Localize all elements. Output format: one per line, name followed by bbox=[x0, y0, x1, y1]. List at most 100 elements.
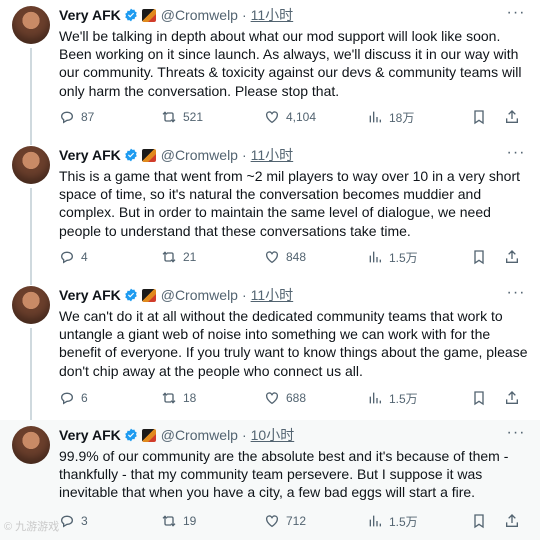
more-options-icon[interactable]: ··· bbox=[506, 5, 526, 26]
views-button[interactable]: 18万 bbox=[367, 107, 414, 127]
views-button[interactable]: 1.5万 bbox=[367, 511, 418, 531]
views-count: 18万 bbox=[389, 110, 415, 125]
verified-badge-icon bbox=[124, 428, 137, 442]
reply-icon bbox=[60, 111, 74, 124]
bookmark-icon[interactable] bbox=[471, 249, 487, 265]
handle[interactable]: @Cromwelp bbox=[161, 147, 238, 163]
views-count: 1.5万 bbox=[389, 250, 418, 265]
separator-dot: · bbox=[241, 287, 247, 303]
affiliate-badge-icon bbox=[141, 148, 156, 162]
retweet-button[interactable]: 18 bbox=[161, 388, 196, 408]
affiliate-badge-icon bbox=[141, 288, 156, 302]
like-button[interactable]: 848 bbox=[264, 247, 306, 267]
views-chart-icon bbox=[369, 111, 381, 123]
retweet-count: 19 bbox=[183, 514, 197, 528]
more-options-icon[interactable]: ··· bbox=[506, 145, 526, 166]
tweet-text: This is a game that went from ~2 mil pla… bbox=[59, 168, 521, 239]
avatar[interactable] bbox=[12, 146, 50, 184]
retweet-count: 18 bbox=[183, 391, 197, 405]
tweet-text: We can't do it at all without the dedica… bbox=[59, 308, 528, 379]
retweet-count: 521 bbox=[183, 110, 204, 124]
views-count: 1.5万 bbox=[389, 514, 418, 529]
more-options-icon[interactable]: ··· bbox=[506, 285, 526, 306]
timestamp[interactable]: 11小时 bbox=[251, 285, 294, 305]
reply-icon bbox=[60, 392, 74, 405]
reply-count: 3 bbox=[81, 514, 88, 528]
separator-dot: · bbox=[241, 427, 247, 443]
heart-icon bbox=[266, 515, 278, 528]
bookmark-icon[interactable] bbox=[471, 109, 487, 125]
share-icon[interactable] bbox=[504, 390, 520, 406]
avatar[interactable] bbox=[12, 286, 50, 324]
display-name[interactable]: Very AFK bbox=[59, 287, 121, 303]
like-button[interactable]: 688 bbox=[264, 388, 306, 408]
reply-count: 6 bbox=[81, 391, 88, 405]
retweet-icon bbox=[162, 251, 176, 263]
tweet-text: 99.9% of our community are the absolute … bbox=[59, 448, 509, 501]
views-count: 1.5万 bbox=[389, 391, 418, 406]
heart-icon bbox=[266, 111, 278, 124]
tweet-header: Very AFK @Cromwelp · 10小时 bbox=[59, 426, 294, 444]
tweet-actions: 87 521 4,104 18万 bbox=[59, 107, 529, 127]
reply-button[interactable]: 4 bbox=[59, 247, 88, 267]
reply-icon bbox=[60, 251, 74, 264]
retweet-button[interactable]: 19 bbox=[161, 511, 196, 531]
like-count: 848 bbox=[286, 250, 307, 264]
affiliate-badge-icon bbox=[141, 8, 156, 22]
reply-button[interactable]: 6 bbox=[59, 388, 88, 408]
tweet-actions: 3 19 712 1.5万 bbox=[59, 511, 529, 531]
separator-dot: · bbox=[241, 147, 247, 163]
timestamp[interactable]: 11小时 bbox=[251, 5, 294, 25]
handle[interactable]: @Cromwelp bbox=[161, 7, 238, 23]
views-chart-icon bbox=[369, 251, 381, 263]
like-count: 4,104 bbox=[286, 110, 317, 124]
retweet-icon bbox=[162, 392, 176, 404]
share-icon[interactable] bbox=[504, 249, 520, 265]
reply-button[interactable]: 87 bbox=[59, 107, 94, 127]
views-chart-icon bbox=[369, 392, 381, 404]
retweet-button[interactable]: 521 bbox=[161, 107, 203, 127]
bookmark-icon[interactable] bbox=[471, 513, 487, 529]
retweet-count: 21 bbox=[183, 250, 197, 264]
like-count: 712 bbox=[286, 514, 307, 528]
retweet-icon bbox=[162, 111, 176, 123]
tweet-text: We'll be talking in depth about what our… bbox=[59, 28, 522, 99]
tweet-actions: 6 18 688 1.5万 bbox=[59, 388, 529, 408]
reply-count: 4 bbox=[81, 250, 88, 264]
share-icon[interactable] bbox=[504, 109, 520, 125]
more-options-icon[interactable]: ··· bbox=[506, 425, 526, 446]
tweet[interactable]: Very AFK @Cromwelp · 11小时 ··· We can't d… bbox=[0, 280, 540, 420]
watermark: © 九游游戏 bbox=[4, 521, 60, 533]
timestamp[interactable]: 11小时 bbox=[251, 145, 294, 165]
share-icon[interactable] bbox=[504, 513, 520, 529]
verified-badge-icon bbox=[124, 8, 137, 22]
views-button[interactable]: 1.5万 bbox=[367, 247, 418, 267]
reply-icon bbox=[60, 515, 74, 528]
avatar[interactable] bbox=[12, 426, 50, 464]
display-name[interactable]: Very AFK bbox=[59, 147, 121, 163]
views-button[interactable]: 1.5万 bbox=[367, 388, 418, 408]
bookmark-icon[interactable] bbox=[471, 390, 487, 406]
tweet[interactable]: Very AFK @Cromwelp · 10小时 ··· 99.9% of o… bbox=[0, 420, 540, 540]
handle[interactable]: @Cromwelp bbox=[161, 287, 238, 303]
reply-count: 87 bbox=[81, 110, 95, 124]
views-chart-icon bbox=[369, 515, 381, 527]
retweet-button[interactable]: 21 bbox=[161, 247, 196, 267]
handle[interactable]: @Cromwelp bbox=[161, 427, 238, 443]
avatar[interactable] bbox=[12, 6, 50, 44]
affiliate-badge-icon bbox=[141, 428, 156, 442]
verified-badge-icon bbox=[124, 148, 137, 162]
timestamp[interactable]: 10小时 bbox=[251, 425, 295, 445]
tweet-actions: 4 21 848 1.5万 bbox=[59, 247, 529, 267]
tweet-header: Very AFK @Cromwelp · 11小时 bbox=[59, 286, 293, 304]
display-name[interactable]: Very AFK bbox=[59, 7, 121, 23]
like-button[interactable]: 712 bbox=[264, 511, 306, 531]
retweet-icon bbox=[162, 515, 176, 527]
verified-badge-icon bbox=[124, 288, 137, 302]
display-name[interactable]: Very AFK bbox=[59, 427, 121, 443]
tweet-header: Very AFK @Cromwelp · 11小时 bbox=[59, 146, 293, 164]
tweet[interactable]: Very AFK @Cromwelp · 11小时 ··· We'll be t… bbox=[0, 0, 540, 140]
like-button[interactable]: 4,104 bbox=[264, 107, 316, 127]
tweet[interactable]: Very AFK @Cromwelp · 11小时 ··· This is a … bbox=[0, 140, 540, 280]
reply-button[interactable]: 3 bbox=[59, 511, 88, 531]
